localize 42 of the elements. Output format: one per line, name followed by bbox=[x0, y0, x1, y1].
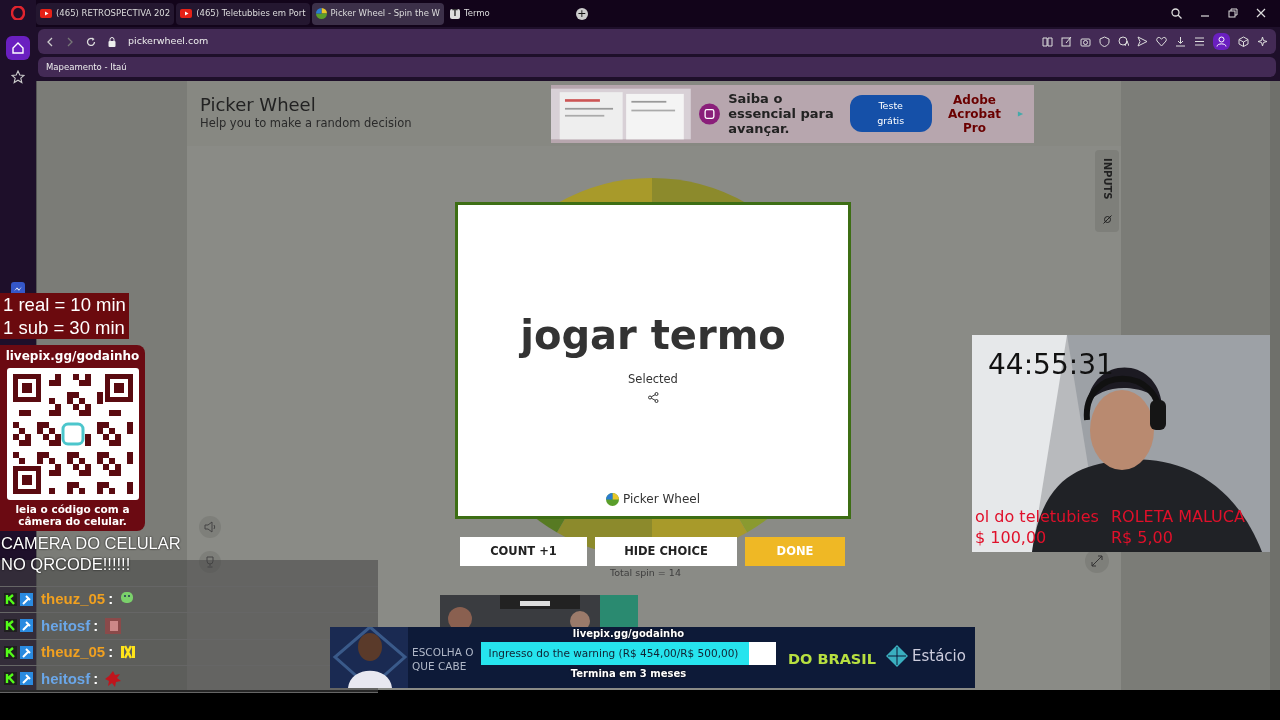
ad-brand: Estácio bbox=[912, 646, 966, 667]
prize-name: ROLETA MALUCA bbox=[1110, 506, 1245, 527]
total-spin-text: Total spin = 14 bbox=[610, 566, 681, 580]
chat-colon: : bbox=[108, 589, 114, 609]
chat-colon: : bbox=[93, 615, 99, 636]
chat-username: heitosf bbox=[41, 615, 91, 636]
ad-headline: Saiba o essencial para avançar. bbox=[728, 91, 835, 136]
rate-text: 1 real = 10 min bbox=[0, 293, 129, 316]
chat-colon: : bbox=[108, 642, 114, 662]
inputs-tab[interactable]: INPUTS bbox=[1095, 150, 1119, 232]
prize-price: R$ 5,00 bbox=[1110, 527, 1174, 548]
new-tab-button[interactable]: + bbox=[575, 7, 588, 20]
bookmark-link[interactable]: Mapeamento - Itaú bbox=[46, 60, 127, 74]
browser-tab[interactable]: (465) Teletubbies em Port bbox=[176, 2, 310, 25]
goal-progress-bar: Ingresso do the warning (R$ 454,00/R$ 500,00) bbox=[481, 642, 776, 665]
rate-text: 1 sub = 30 min bbox=[0, 316, 129, 339]
ad-text: QUE CABE bbox=[412, 659, 467, 673]
qr-caption: leia o código com a câmera do celular. bbox=[14, 503, 131, 527]
ad-banner[interactable]: Saiba o essencial para avançar. Teste grátis Adobe Acrobat Pro bbox=[551, 84, 1035, 143]
site-subtitle: Help you to make a random decision bbox=[200, 114, 412, 132]
ad-brand: Adobe Acrobat Pro bbox=[947, 92, 1002, 135]
browser-tab[interactable]: (465) RETROSPECTIVA 202 bbox=[36, 2, 175, 25]
timer-text: 44:55:31 bbox=[988, 347, 1114, 383]
ad-text: ESCOLHA O bbox=[412, 645, 474, 659]
tab-icon: T bbox=[450, 8, 460, 19]
browser-tab[interactable]: Picker Wheel - Spin the W bbox=[311, 2, 444, 25]
ad-button[interactable]: Teste grátis bbox=[849, 95, 932, 132]
ad-slogan: DO BRASIL bbox=[788, 650, 876, 669]
goal-deadline: Termina em 3 meses bbox=[570, 667, 687, 680]
action-button[interactable]: COUNT +1 bbox=[460, 537, 587, 566]
chat-username: heitosf bbox=[41, 668, 91, 689]
chat-colon: : bbox=[93, 668, 99, 689]
action-button[interactable]: HIDE CHOICE bbox=[595, 537, 737, 566]
shout-text: NO QRCODE!!!!!! bbox=[1, 554, 131, 575]
address-field[interactable]: pickerwheel.com bbox=[128, 34, 209, 49]
footer-brand: Picker Wheel bbox=[622, 491, 701, 508]
chat-username: theuz_05 bbox=[41, 589, 106, 609]
shout-text: CAMERA DO CELULAR bbox=[1, 533, 181, 554]
site-title: Picker Wheel bbox=[200, 94, 317, 115]
chat-username: theuz_05 bbox=[41, 642, 106, 662]
selected-caption: Selected bbox=[628, 371, 678, 388]
browser-tab[interactable]: T Termo bbox=[446, 2, 494, 25]
